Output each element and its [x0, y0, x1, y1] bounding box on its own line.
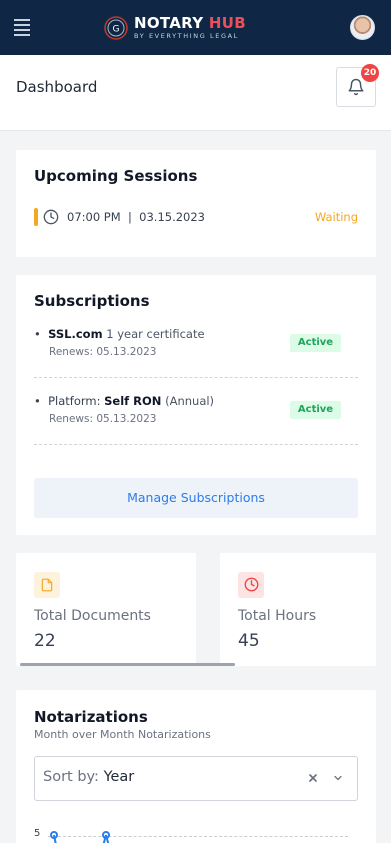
stat-value: 22 — [34, 631, 56, 651]
divider — [34, 377, 358, 378]
total-hours-card[interactable]: Total Hours 45 — [220, 553, 376, 666]
bell-icon — [348, 78, 364, 96]
subscription-status-badge: Active — [290, 334, 341, 352]
manage-subscriptions-button[interactable]: Manage Subscriptions — [34, 478, 358, 518]
page-title: Dashboard — [16, 78, 98, 96]
subscription-description: • SSL.com 1 year certificate — [34, 327, 205, 341]
notarizations-subtitle: Month over Month Notarizations — [34, 728, 211, 741]
subscription-renewal-date: Renews: 05.13.2023 — [49, 413, 157, 425]
chevron-down-icon[interactable] — [331, 772, 345, 784]
sort-by-select[interactable]: Sort by: Year — [34, 756, 358, 801]
subscription-description: • Platform: Self RON (Annual) — [34, 394, 215, 408]
total-documents-card[interactable]: Total Documents 22 — [16, 553, 196, 666]
subscription-status-badge: Active — [290, 401, 341, 419]
page-header: Dashboard — [0, 55, 391, 131]
hamburger-menu-icon[interactable] — [14, 19, 30, 36]
user-avatar[interactable] — [350, 15, 375, 40]
stat-label: Total Hours — [238, 608, 317, 624]
subscription-item[interactable]: • SSL.com 1 year certificate Renews: 05.… — [34, 327, 358, 367]
clock-icon — [43, 209, 59, 225]
clock-icon — [238, 572, 264, 598]
upcoming-sessions-title: Upcoming Sessions — [34, 167, 198, 185]
divider — [34, 444, 358, 445]
clear-icon[interactable] — [307, 771, 319, 785]
horizontal-scrollbar[interactable] — [20, 663, 235, 666]
notification-count-badge: 20 — [361, 64, 379, 82]
session-status-indicator — [34, 208, 38, 226]
chart-series — [50, 831, 110, 843]
notarizations-card: Notarizations Month over Month Notarizat… — [16, 690, 376, 843]
sort-by-label: Sort by: Year — [43, 769, 135, 785]
logo-seal-icon: G — [104, 16, 128, 40]
top-navigation-bar: G NOTARY HUB BY EVERYTHING LEGAL — [0, 0, 391, 55]
subscriptions-title: Subscriptions — [34, 292, 150, 310]
y-axis-tick: 5 — [34, 828, 41, 839]
subscription-renewal-date: Renews: 05.13.2023 — [49, 346, 157, 358]
notarizations-title: Notarizations — [34, 708, 148, 726]
document-icon — [34, 572, 60, 598]
session-item[interactable]: 07:00 PM | 03.15.2023 Waiting — [34, 208, 358, 226]
svg-text:G: G — [113, 25, 120, 35]
logo-tagline: BY EVERYTHING LEGAL — [134, 32, 239, 41]
notary-hub-logo[interactable]: G NOTARY HUB BY EVERYTHING LEGAL — [104, 14, 246, 42]
notarizations-chart: 5 — [34, 828, 358, 843]
stat-label: Total Documents — [34, 608, 151, 624]
subscription-item[interactable]: • Platform: Self RON (Annual) Renews: 05… — [34, 394, 358, 434]
session-datetime: 07:00 PM | 03.15.2023 — [67, 210, 206, 224]
upcoming-sessions-card: Upcoming Sessions 07:00 PM | 03.15.2023 … — [16, 150, 376, 257]
stat-value: 45 — [238, 631, 260, 651]
session-status: Waiting — [314, 210, 358, 224]
logo-wordmark: NOTARY HUB — [134, 14, 246, 33]
subscriptions-card: Subscriptions • SSL.com 1 year certifica… — [16, 275, 376, 535]
